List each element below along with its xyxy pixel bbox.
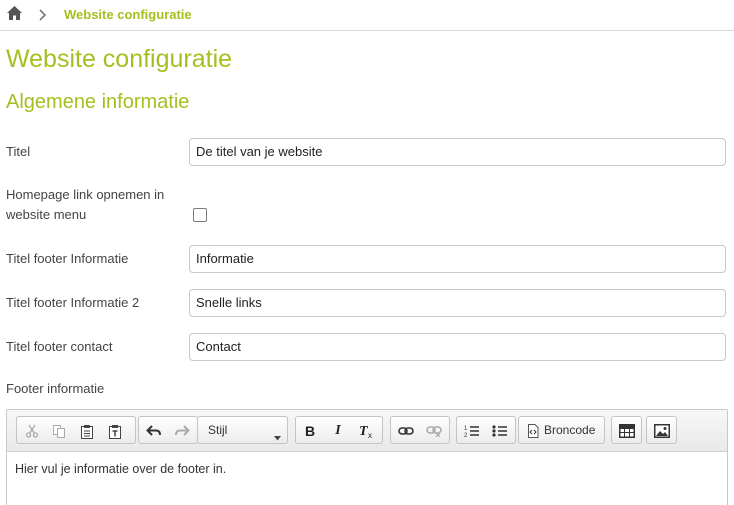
editor-toolbar: Stijl B I Tx 12 Broncode (7, 410, 727, 452)
chevron-down-icon (274, 428, 281, 446)
footer-contact-input[interactable]: Contact (189, 333, 726, 361)
paste-icon[interactable] (76, 421, 98, 441)
home-icon[interactable] (6, 5, 23, 22)
unlink-icon[interactable] (423, 421, 445, 441)
section-title: Algemene informatie (6, 91, 190, 113)
source-button[interactable]: Broncode (518, 416, 605, 444)
history-group (138, 416, 198, 444)
breadcrumb-current[interactable]: Website configuratie (64, 7, 192, 22)
svg-text:2: 2 (464, 433, 468, 438)
titel-label: Titel (6, 144, 31, 159)
footer-text-label: Footer informatie (6, 381, 105, 396)
remove-format-icon[interactable]: Tx (355, 421, 377, 441)
lists-group: 12 (456, 416, 516, 444)
bulleted-list-icon[interactable] (489, 421, 511, 441)
editor-content[interactable]: Hier vul je informatie over de footer in… (7, 452, 727, 486)
titel-input[interactable]: De titel van je website (189, 138, 726, 166)
bold-icon[interactable]: B (299, 421, 321, 441)
rich-text-editor: Stijl B I Tx 12 Broncode Hier vul je inf… (6, 409, 728, 505)
chevron-right-icon (38, 8, 48, 22)
clipboard-group (16, 416, 136, 444)
numbered-list-icon[interactable]: 12 (461, 421, 483, 441)
paste-text-icon[interactable] (104, 421, 126, 441)
links-group (390, 416, 450, 444)
link-icon[interactable] (395, 421, 417, 441)
style-select-label: Stijl (208, 423, 228, 437)
footer-informatie-input[interactable]: Informatie (189, 245, 726, 273)
breadcrumb: Website configuratie (0, 0, 734, 31)
italic-icon[interactable]: I (327, 421, 349, 441)
style-select[interactable]: Stijl (197, 416, 288, 444)
copy-icon[interactable] (48, 421, 70, 441)
redo-icon[interactable] (171, 421, 193, 441)
image-icon[interactable] (651, 421, 673, 441)
footer-contact-label: Titel footer contact (6, 339, 113, 354)
homepage-link-label: Homepage link opnemen in website menu (6, 187, 165, 222)
undo-icon[interactable] (143, 421, 165, 441)
source-icon (527, 424, 539, 443)
svg-text:x: x (368, 431, 372, 439)
page-title: Website configuratie (6, 45, 233, 73)
homepage-link-checkbox[interactable] (193, 208, 207, 222)
svg-text:1: 1 (464, 426, 468, 432)
footer-informatie-2-label: Titel footer Informatie 2 (6, 295, 140, 310)
source-button-label: Broncode (544, 423, 596, 437)
table-group (611, 416, 642, 444)
footer-informatie-label: Titel footer Informatie (6, 251, 129, 266)
table-icon[interactable] (616, 421, 638, 441)
cut-icon[interactable] (21, 421, 43, 441)
footer-informatie-2-input[interactable]: Snelle links (189, 289, 726, 317)
image-group (646, 416, 677, 444)
basic-styles-group: B I Tx (295, 416, 383, 444)
